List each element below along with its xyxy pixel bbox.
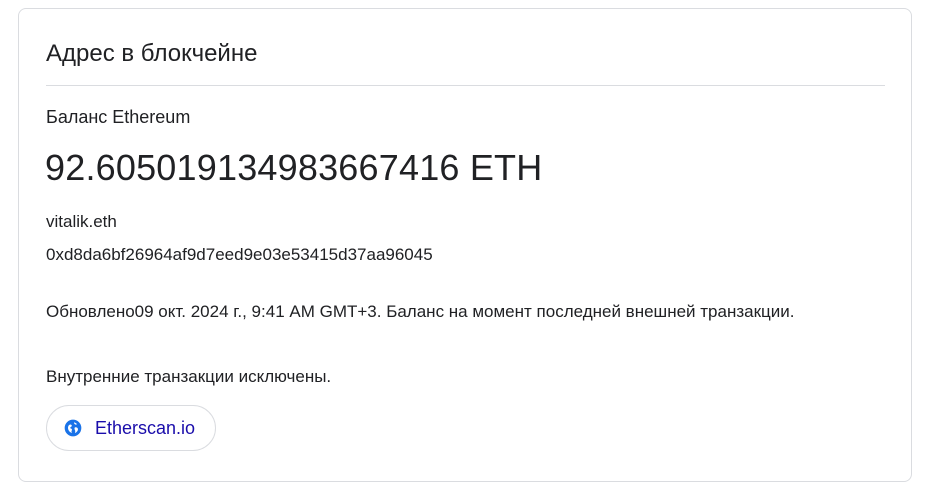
ens-name: vitalik.eth xyxy=(46,212,117,231)
card-title: Адрес в блокчейне xyxy=(46,40,258,67)
globe-icon xyxy=(63,418,83,438)
blockchain-address-card: Адрес в блокчейне Баланс Ethereum 92.605… xyxy=(18,8,912,482)
title-divider xyxy=(46,85,885,86)
balance-value: 92.605019134983667416 ETH xyxy=(45,147,543,188)
etherscan-link-label: Etherscan.io xyxy=(95,418,196,438)
internal-transactions-note: Внутренние транзакции исключены. xyxy=(46,367,332,386)
wallet-address: 0xd8da6bf26964af9d7eed9e03e53415d37aa960… xyxy=(46,245,433,264)
updated-info: Обновлено09 окт. 2024 г., 9:41 AM GMT+3.… xyxy=(46,302,795,321)
balance-label: Баланс Ethereum xyxy=(46,107,191,127)
etherscan-link-button[interactable]: Etherscan.io xyxy=(46,405,217,451)
